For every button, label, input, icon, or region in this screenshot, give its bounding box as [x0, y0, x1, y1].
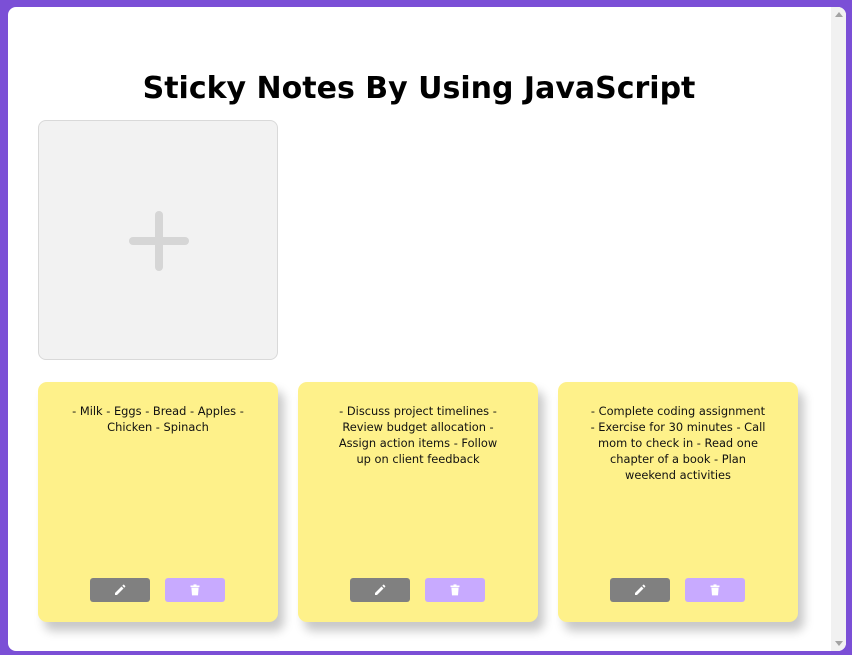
note-text: - Complete coding assignment - Exercise …	[590, 404, 766, 482]
add-note-button[interactable]	[38, 120, 278, 360]
delete-note-button[interactable]	[425, 578, 485, 602]
pencil-icon	[635, 584, 646, 595]
trash-icon	[190, 584, 200, 596]
trash-icon	[710, 584, 720, 596]
note-text: - Discuss project timelines - Review bud…	[338, 404, 498, 466]
edit-note-button[interactable]	[90, 578, 150, 602]
browser-viewport: Sticky Notes By Using JavaScript - Milk …	[8, 7, 846, 651]
page-title: Sticky Notes By Using JavaScript	[142, 71, 696, 106]
delete-note-button[interactable]	[165, 578, 225, 602]
edit-note-button[interactable]	[610, 578, 670, 602]
delete-note-button[interactable]	[685, 578, 745, 602]
pencil-icon	[375, 584, 386, 595]
sticky-note: - Complete coding assignment - Exercise …	[558, 382, 798, 622]
scroll-up-arrow-icon[interactable]	[835, 12, 843, 17]
plus-icon	[129, 211, 189, 271]
scroll-down-arrow-icon[interactable]	[835, 641, 843, 646]
note-text: - Milk - Eggs - Bread - Apples - Chicken…	[72, 404, 244, 434]
sticky-note: - Milk - Eggs - Bread - Apples - Chicken…	[38, 382, 278, 622]
vertical-scrollbar[interactable]	[831, 7, 846, 651]
pencil-icon	[115, 584, 126, 595]
trash-icon	[450, 584, 460, 596]
edit-note-button[interactable]	[350, 578, 410, 602]
sticky-note: - Discuss project timelines - Review bud…	[298, 382, 538, 622]
